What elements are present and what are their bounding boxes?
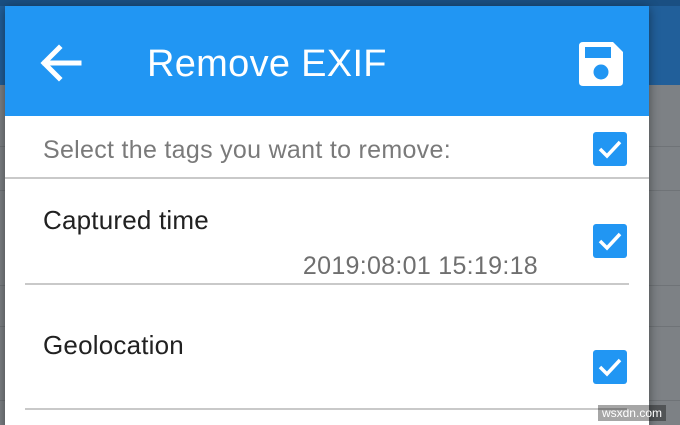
check-icon xyxy=(598,358,622,377)
row-divider xyxy=(25,283,629,285)
geolocation-checkbox[interactable] xyxy=(593,350,627,384)
dialog-header: Remove EXIF xyxy=(5,6,649,116)
tag-label-captured-time: Captured time xyxy=(43,205,209,235)
watermark: wsxdn.com xyxy=(597,405,666,421)
check-icon xyxy=(598,140,622,159)
row-divider xyxy=(25,408,629,410)
captured-time-checkbox[interactable] xyxy=(593,224,627,258)
dialog-title: Remove EXIF xyxy=(147,43,387,85)
arrow-left-icon[interactable] xyxy=(35,38,85,88)
tag-label-geolocation: Geolocation xyxy=(43,330,184,360)
header-divider xyxy=(5,177,649,179)
remove-exif-dialog: Remove EXIF Select the tags you want to … xyxy=(5,6,649,425)
select-all-checkbox[interactable] xyxy=(593,132,627,166)
tag-value-captured-time: 2019:08:01 15:19:18 xyxy=(302,252,538,280)
instruction-text: Select the tags you want to remove: xyxy=(43,136,451,164)
check-icon xyxy=(598,232,622,251)
floppy-disk-icon[interactable] xyxy=(575,38,627,90)
